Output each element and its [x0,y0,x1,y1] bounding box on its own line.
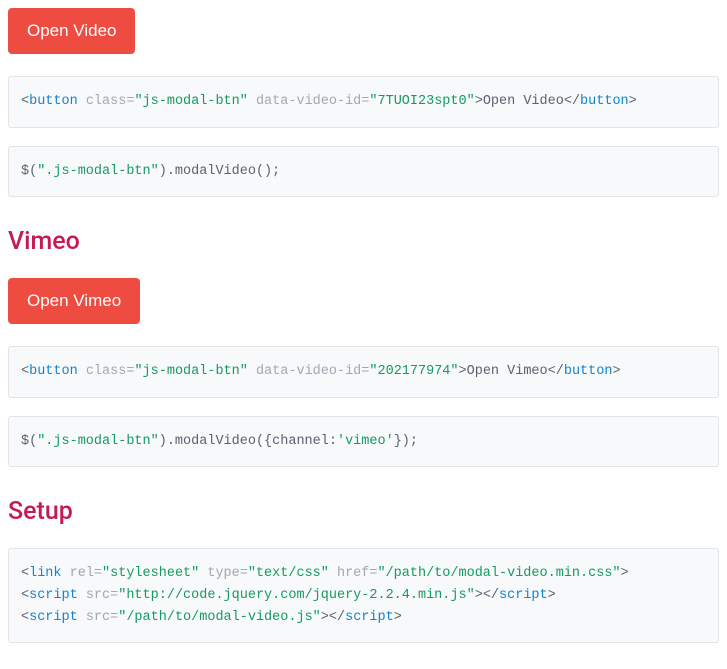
code-block-js-vimeo: $(".js-modal-btn").modalVideo({channel:'… [8,416,719,468]
open-video-button[interactable]: Open Video [8,8,135,54]
code-block-js-video: $(".js-modal-btn").modalVideo(); [8,146,719,198]
open-vimeo-button[interactable]: Open Vimeo [8,278,140,324]
code-block-html-vimeo: <button class="js-modal-btn" data-video-… [8,346,719,398]
heading-setup: Setup [8,497,719,526]
code-block-html-video: <button class="js-modal-btn" data-video-… [8,76,719,128]
heading-vimeo: Vimeo [8,227,719,256]
